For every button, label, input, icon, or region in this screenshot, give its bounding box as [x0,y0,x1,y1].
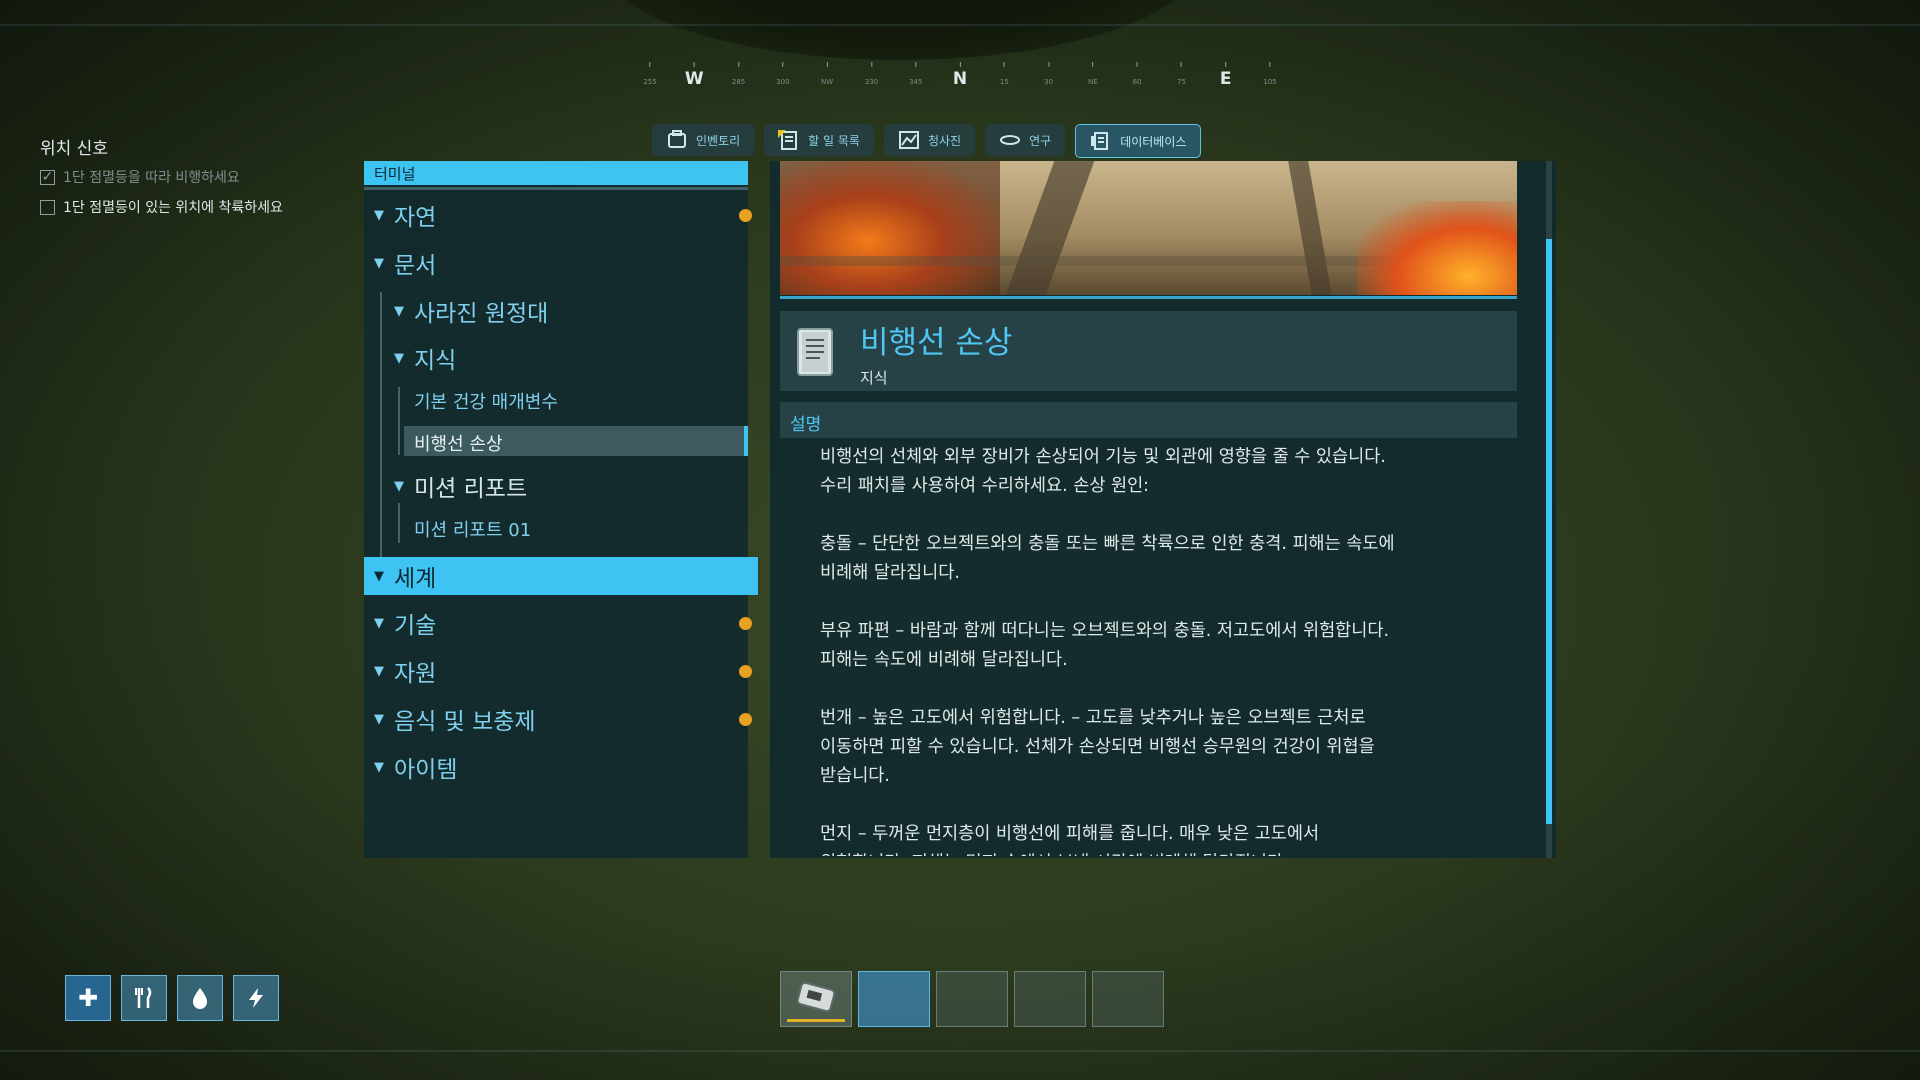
hotbar-slot-5[interactable] [1092,971,1164,1027]
status-indicators: ✚ [65,975,279,1021]
compass-tick: 345 [909,62,922,88]
divider [780,296,1517,299]
tree-item-food-supplements[interactable]: ▼ 음식 및 보충제 [364,701,758,737]
hud-frame-top [0,24,1920,26]
tree-item-mission-report-01[interactable]: 미션 리포트 01 [364,514,798,544]
tree-item-knowledge[interactable]: ▼ 지식 [364,340,778,376]
repair-kit-icon [796,981,836,1013]
objectives-title: 위치 신호 [40,139,108,159]
tree-item-resources[interactable]: ▼ 자원 [364,653,758,689]
scrollbar-thumb[interactable] [1546,239,1552,824]
new-entry-dot-icon [739,713,752,726]
selection-indicator [744,426,748,456]
tree-item-items[interactable]: ▼ 아이템 [364,749,758,785]
tree-item-basic-health[interactable]: 기본 건강 매개변수 [364,386,798,416]
hud-frame-bottom [0,1050,1920,1052]
compass-tick: 330 [865,62,878,88]
hotbar-slot-2[interactable] [858,971,930,1027]
chevron-down-icon: ▼ [374,255,384,271]
tree-item-mission-report[interactable]: ▼ 미션 리포트 [364,468,778,504]
chevron-down-icon: ▼ [374,568,384,584]
chevron-down-icon: ▼ [394,350,404,366]
tree-item-nature[interactable]: ▼ 자연 [364,197,758,233]
checkbox-icon [40,199,55,215]
blueprint-icon [898,130,920,150]
objective-text: 1단 점멸등이 있는 위치에 착륙하세요 [63,200,283,216]
water-icon [177,975,223,1021]
hotbar-slot-4[interactable] [1014,971,1086,1027]
compass-tick: 255 [643,62,657,88]
food-icon [121,975,167,1021]
chevron-down-icon: ▼ [374,759,384,775]
entry-hero-image [780,161,1517,295]
compass-tick: 300 [776,62,790,88]
tree-item-world[interactable]: ▼ 세계 [364,557,758,595]
research-icon [999,130,1021,150]
compass-tick: 75 [1177,62,1186,88]
selected-slot-indicator [787,1019,845,1022]
health-icon: ✚ [65,975,111,1021]
divider [364,187,748,190]
entry-category: 지식 [860,369,888,387]
tree-item-lost-expedition[interactable]: ▼ 사라진 원정대 [364,293,778,329]
entry-detail-panel: 비행선 손상 지식 설명 비행선의 선체와 외부 장비가 손상되어 기능 및 외… [770,161,1556,858]
compass-tick: 30 [1044,62,1053,88]
checkmark-icon: ✓ [40,169,55,185]
entry-title: 비행선 손상 [860,325,1013,361]
tree-item-technology[interactable]: ▼ 기술 [364,605,758,641]
hotbar [780,971,1164,1027]
hotbar-slot-3[interactable] [936,971,1008,1027]
energy-icon [233,975,279,1021]
terminal-header: 터미널 [364,161,748,185]
compass-tick: NE [1088,62,1098,88]
description-header: 설명 [780,402,1517,438]
database-icon [1090,131,1112,151]
task-list-icon [778,130,800,150]
new-entry-dot-icon [739,665,752,678]
objective-item: ✓ 1단 점멸등을 따라 비행하세요 [40,167,360,187]
tree-item-airship-damage[interactable]: 비행선 손상 [404,426,748,456]
overhead-shadow [600,0,1200,60]
inventory-icon [666,130,688,150]
terminal-panel: 터미널 ▼ 자연 ▼ 문서 ▼ 사라진 원정대 ▼ 지식 기본 건강 매개변수 … [364,161,758,858]
chevron-down-icon: ▼ [394,478,404,494]
tab-inventory[interactable]: 인벤토리 [652,124,755,156]
entry-description: 비행선의 선체와 외부 장비가 손상되어 기능 및 외관에 영향을 줄 수 있습… [820,447,1395,856]
compass-tick: 105 [1263,62,1277,88]
compass-cardinal: E [1220,62,1232,89]
tab-database[interactable]: 데이터베이스 [1075,124,1202,158]
compass-cardinal: W [685,62,704,89]
chevron-down-icon: ▼ [374,711,384,727]
document-icon [797,328,833,376]
compass-cardinal: N [953,62,967,89]
new-entry-dot-icon [739,209,752,222]
compass-tick: NW [821,62,833,88]
chevron-down-icon: ▼ [374,615,384,631]
scrollbar[interactable] [1546,161,1552,858]
chevron-down-icon: ▼ [374,207,384,223]
tree-item-documents[interactable]: ▼ 문서 [364,245,758,281]
entry-header: 비행선 손상 지식 [780,311,1517,391]
chevron-down-icon: ▼ [374,663,384,679]
tab-research[interactable]: 연구 [985,124,1066,156]
tab-task-list[interactable]: 할 일 목록 [764,124,874,156]
menu-tabs: 인벤토리 할 일 목록 청사진 연구 데이터베이스 [652,124,1202,158]
compass-tick: 285 [732,62,745,88]
objective-item: 1단 점멸등이 있는 위치에 착륙하세요 [40,197,360,217]
compass-tick: 15 [1000,62,1009,88]
tab-blueprint[interactable]: 청사진 [883,124,976,156]
hotbar-slot-1[interactable] [780,971,852,1027]
objective-text: 1단 점멸등을 따라 비행하세요 [63,170,240,186]
objectives-panel: 위치 신호 ✓ 1단 점멸등을 따라 비행하세요 1단 점멸등이 있는 위치에 … [40,134,360,227]
compass-tick: 60 [1133,62,1142,88]
new-entry-dot-icon [739,617,752,630]
compass-bar: 255 W 285 300 NW 330 345 N 15 30 NE 60 75 E 105 [643,62,1277,102]
chevron-down-icon: ▼ [394,303,404,319]
